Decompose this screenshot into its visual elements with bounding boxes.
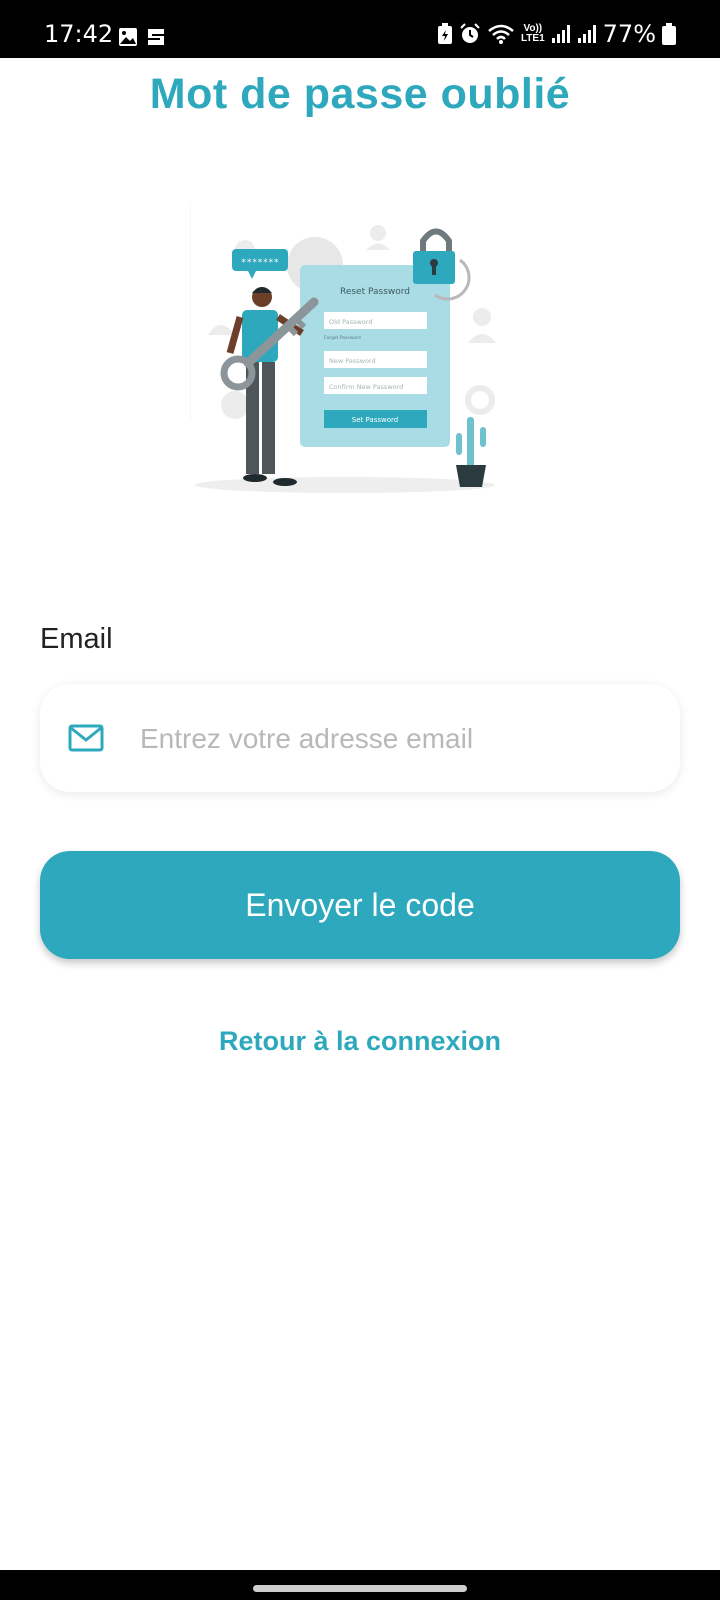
gallery-icon bbox=[119, 28, 137, 46]
illustration-panel-title: Reset Password bbox=[340, 287, 410, 297]
mail-icon bbox=[68, 724, 104, 752]
battery-percentage: 77% bbox=[602, 20, 656, 48]
wifi-icon bbox=[488, 24, 514, 44]
illustration-field-new: New Password bbox=[329, 357, 376, 365]
illustration-field-confirm: Confirm New Password bbox=[329, 383, 403, 391]
status-notification-icons bbox=[118, 27, 166, 47]
illustration-password-bubble: ******* bbox=[241, 258, 279, 268]
status-bar: 17:42 Vo)) LTE1 77% bbox=[0, 0, 720, 58]
alarm-icon bbox=[460, 23, 480, 43]
navigation-bar bbox=[0, 1570, 720, 1600]
back-to-login-link[interactable]: Retour à la connexion bbox=[0, 1026, 720, 1057]
battery-icon bbox=[662, 23, 676, 45]
app-notification-icon bbox=[148, 29, 164, 45]
illustration-field-old: Old Password bbox=[329, 318, 372, 326]
home-gesture-handle[interactable] bbox=[253, 1585, 467, 1592]
illustration-forgot-hint: Forgot Password bbox=[324, 335, 361, 341]
email-input[interactable] bbox=[138, 714, 652, 764]
page-title: Mot de passe oublié bbox=[149, 70, 571, 118]
battery-saver-icon bbox=[437, 23, 452, 44]
status-time: 17:42 bbox=[44, 20, 114, 48]
send-code-button[interactable]: Envoyer le code bbox=[40, 851, 680, 959]
illustration-set-password: Set Password bbox=[352, 416, 398, 424]
signal-icon-sim2 bbox=[577, 25, 596, 43]
email-field[interactable] bbox=[40, 684, 680, 792]
reset-password-illustration: Reset Password Old Password Forgot Passw… bbox=[190, 205, 496, 493]
lte-indicator: Vo)) LTE1 bbox=[520, 23, 545, 44]
signal-icon-sim1 bbox=[551, 25, 570, 43]
status-system-icons: Vo)) LTE1 77% bbox=[437, 22, 676, 46]
email-label: Email bbox=[40, 623, 113, 655]
